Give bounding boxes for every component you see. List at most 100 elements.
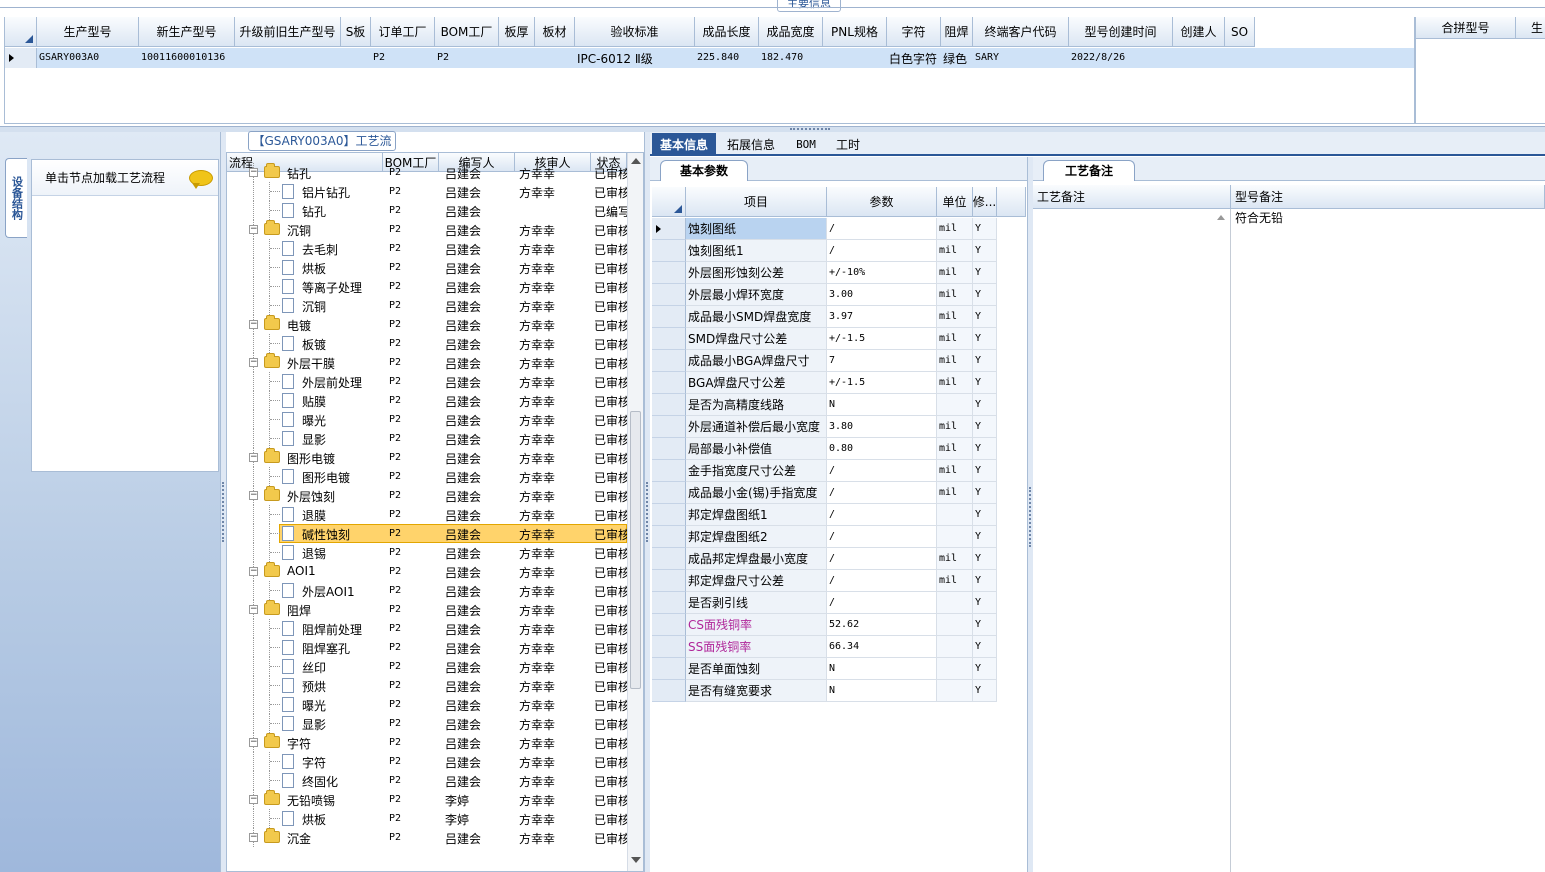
tree-row[interactable]: − 沉金 P2 吕建会 方幸幸 已审核 — [227, 828, 627, 847]
merge-model-grid[interactable]: 合拼型号 生 — [1415, 17, 1545, 124]
main-cell[interactable]: 白色字符 — [889, 50, 939, 67]
collapse-toggle-icon[interactable]: − — [249, 358, 258, 367]
param-cell-value[interactable]: N — [827, 680, 937, 702]
tree-row[interactable]: 字符 P2 吕建会 方幸幸 已审核 — [227, 752, 627, 771]
param-cell-value[interactable]: / — [827, 548, 937, 570]
tree-row[interactable]: 阻焊前处理 P2 吕建会 方幸幸 已审核 — [227, 619, 627, 638]
param-row[interactable]: 是否单面蚀刻 N Y — [652, 658, 1026, 680]
param-row[interactable]: 邦定焊盘图纸2/ Y — [652, 526, 1026, 548]
tree-row[interactable]: 等离子处理 P2 吕建会 方幸幸 已审核 — [227, 277, 627, 296]
params-col-header[interactable]: 参数 — [827, 187, 937, 217]
param-row[interactable]: 是否为高精度线路 N Y — [652, 394, 1026, 416]
main-col-header[interactable]: S板 — [341, 17, 371, 47]
params-col-header[interactable]: 单位 — [937, 187, 973, 217]
param-cell-value[interactable]: / — [827, 526, 937, 548]
tree-row[interactable]: 退锡 P2 吕建会 方幸幸 已审核 — [227, 543, 627, 562]
tree-row[interactable]: − 阻焊 P2 吕建会 方幸幸 已审核 — [227, 600, 627, 619]
param-cell-value[interactable]: 3.80 — [827, 416, 937, 438]
param-row[interactable]: CS面残铜率 52.62 Y — [652, 614, 1026, 636]
merge-model-header-2[interactable]: 生 — [1516, 17, 1545, 39]
tree-row[interactable]: − 外层干膜 P2 吕建会 方幸幸 已审核 — [227, 353, 627, 372]
param-row[interactable]: 成品邦定焊盘最小宽度 / mil Y — [652, 548, 1026, 570]
param-cell-value[interactable]: +/-10% — [827, 262, 937, 284]
tree-row[interactable]: 曝光 P2 吕建会 方幸幸 已审核 — [227, 695, 627, 714]
tree-row[interactable]: 烘板 P2 吕建会 方幸幸 已审核 — [227, 258, 627, 277]
param-row[interactable]: 蚀刻图纸 / mil Y — [652, 218, 1026, 240]
param-row[interactable]: 局部最小补偿值 0.80 mil Y — [652, 438, 1026, 460]
collapse-toggle-icon[interactable]: − — [249, 225, 258, 234]
row-indicator[interactable] — [5, 48, 37, 68]
main-cell[interactable]: 10011600010136 — [141, 52, 233, 63]
main-col-header[interactable]: 生产型号 — [37, 17, 139, 47]
grid-corner[interactable] — [5, 17, 37, 47]
tree-row[interactable]: 外层前处理 P2 吕建会 方幸幸 已审核 — [227, 372, 627, 391]
main-col-header[interactable]: 板厚 — [499, 17, 535, 47]
param-row[interactable]: 成品最小金(锡)手指宽度 / mil Y — [652, 482, 1026, 504]
tree-row[interactable]: − 外层蚀刻 P2 吕建会 方幸幸 已审核 — [227, 486, 627, 505]
main-col-header[interactable]: 验收标准 — [575, 17, 695, 47]
param-cell-value[interactable]: 66.34 — [827, 636, 937, 658]
param-row[interactable]: 是否有缝宽要求 N Y — [652, 680, 1026, 702]
scroll-up-arrow-icon[interactable] — [631, 158, 641, 164]
param-cell-value[interactable]: 3.97 — [827, 306, 937, 328]
tab-extended-info[interactable]: 拓展信息 — [720, 133, 782, 155]
side-tab-equipment[interactable]: 设备结构 — [5, 158, 27, 238]
param-cell-value[interactable]: N — [827, 658, 937, 680]
process-remark-header[interactable]: 工艺备注 — [1033, 185, 1231, 209]
params-col-header[interactable]: 项目 — [686, 187, 827, 217]
collapse-toggle-icon[interactable]: − — [249, 453, 258, 462]
tree-row[interactable]: − 图形电镀 P2 吕建会 方幸幸 已审核 — [227, 448, 627, 467]
tree-row[interactable]: − 沉铜 P2 吕建会 方幸幸 已审核 — [227, 220, 627, 239]
param-cell-value[interactable]: 0.80 — [827, 438, 937, 460]
param-cell-value[interactable]: +/-1.5 — [827, 372, 937, 394]
tree-row[interactable]: 板镀 P2 吕建会 方幸幸 已审核 — [227, 334, 627, 353]
param-row[interactable]: 成品最小BGA焊盘尺寸 7 mil Y — [652, 350, 1026, 372]
tree-row[interactable]: 去毛刺 P2 吕建会 方幸幸 已审核 — [227, 239, 627, 258]
tree-row[interactable]: − 电镀 P2 吕建会 方幸幸 已审核 — [227, 315, 627, 334]
collapse-toggle-icon[interactable]: − — [249, 491, 258, 500]
main-cell[interactable]: P2 — [437, 52, 497, 63]
param-row[interactable]: 邦定焊盘图纸1/ Y — [652, 504, 1026, 526]
tree-row[interactable]: 显影 P2 吕建会 方幸幸 已审核 — [227, 429, 627, 448]
tree-row[interactable]: 阻焊塞孔 P2 吕建会 方幸幸 已审核 — [227, 638, 627, 657]
param-cell-value[interactable]: / — [827, 592, 937, 614]
params-corner[interactable] — [652, 187, 686, 217]
collapse-toggle-icon[interactable]: − — [249, 795, 258, 804]
param-cell-value[interactable]: +/-1.5 — [827, 328, 937, 350]
scroll-thumb[interactable] — [630, 411, 641, 689]
params-col-header[interactable]: 修... — [973, 187, 997, 217]
param-row[interactable]: 外层图形蚀刻公差 +/-10% mil Y — [652, 262, 1026, 284]
tree-row[interactable]: 外层AOI1 P2 吕建会 方幸幸 已审核 — [227, 581, 627, 600]
main-cell[interactable]: GSARY003A0 — [39, 52, 137, 63]
main-col-header[interactable]: BOM工厂 — [435, 17, 499, 47]
hint-panel[interactable]: 单击节点加载工艺流程 — [31, 159, 219, 472]
collapse-toggle-icon[interactable]: − — [249, 168, 258, 177]
merge-model-header[interactable]: 合拼型号 — [1416, 17, 1516, 39]
main-col-header[interactable]: 阻焊 — [941, 17, 973, 47]
tree-row[interactable]: 退膜 P2 吕建会 方幸幸 已审核 — [227, 505, 627, 524]
main-col-header[interactable]: 订单工厂 — [371, 17, 435, 47]
collapse-toggle-icon[interactable]: − — [249, 833, 258, 842]
tree-row[interactable]: 碱性蚀刻 P2 吕建会 方幸幸 已审核 — [227, 524, 627, 543]
tree-body[interactable]: − 钻孔 P2 吕建会 方幸幸 已审核 铝片钻孔 P2 吕建会 方幸幸 已审核 钻孔 P2 吕建会 已编写 −… — [227, 163, 627, 871]
main-col-header[interactable]: 创建人 — [1173, 17, 1225, 47]
main-info-grid[interactable]: 生产型号 新生产型号 升级前旧生产型号 S板 订单工厂 BOM工厂 板厚 板材 验收标准 成品长度… — [4, 17, 1415, 124]
param-cell-value[interactable]: N — [827, 394, 937, 416]
main-cell[interactable]: 225.840 — [697, 52, 757, 63]
tree-row[interactable]: 丝印 P2 吕建会 方幸幸 已审核 — [227, 657, 627, 676]
tree-row[interactable]: 预烘 P2 吕建会 方幸幸 已审核 — [227, 676, 627, 695]
tab-bom[interactable]: BOM — [788, 133, 824, 155]
main-col-header[interactable]: 终端客户代码 — [973, 17, 1069, 47]
main-cell[interactable]: 182.470 — [761, 52, 821, 63]
param-cell-value[interactable]: / — [827, 504, 937, 526]
tree-row[interactable]: 贴膜 P2 吕建会 方幸幸 已审核 — [227, 391, 627, 410]
model-remark-header[interactable]: 型号备注 — [1231, 185, 1545, 209]
tree-row[interactable]: 烘板 P2 李婷 方幸幸 已审核 — [227, 809, 627, 828]
collapse-toggle-icon[interactable]: − — [249, 567, 258, 576]
process-tree[interactable]: 流程 BOM工厂 编写人 核审人 状态 − 钻孔 P2 吕建会 方幸幸 已审核 铝片钻孔 P2 吕建会方… — [226, 152, 644, 872]
main-col-header[interactable]: 成品宽度 — [759, 17, 823, 47]
main-col-header[interactable]: 成品长度 — [695, 17, 759, 47]
main-col-header[interactable]: SO — [1225, 17, 1255, 47]
param-row[interactable]: 成品最小SMD焊盘宽度 3.97 mil Y — [652, 306, 1026, 328]
scroll-down-arrow-icon[interactable] — [631, 857, 641, 863]
